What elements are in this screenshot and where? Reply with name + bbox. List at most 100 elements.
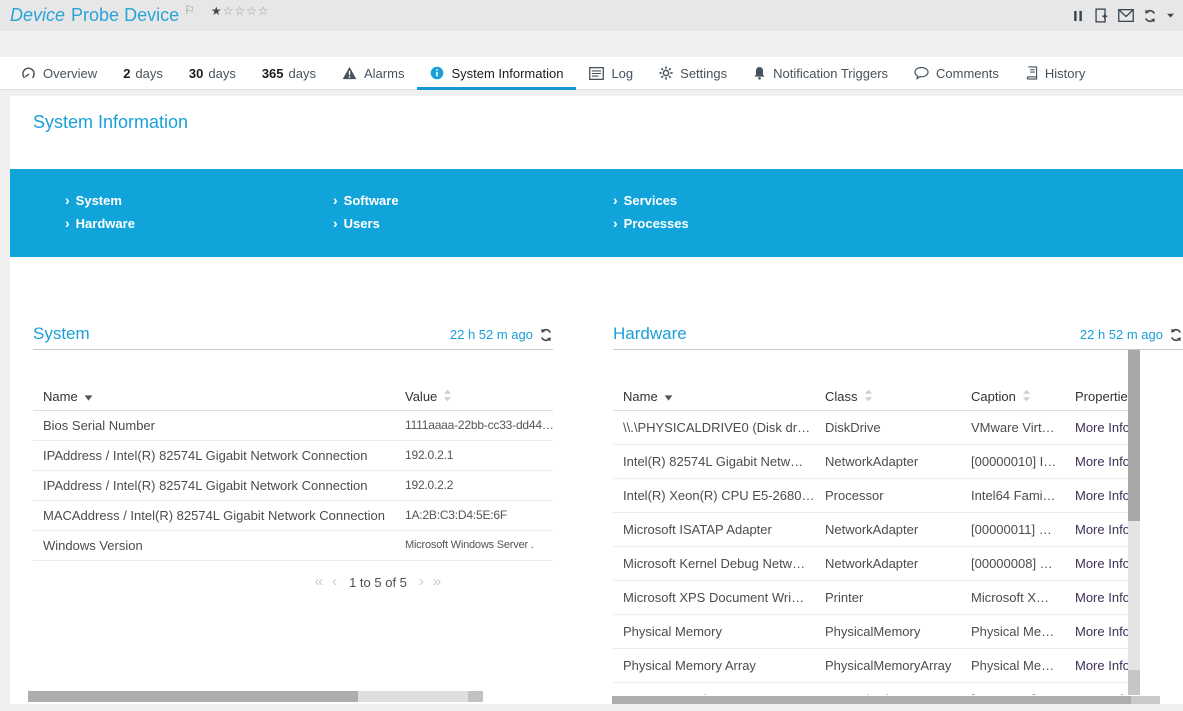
cell-name: Microsoft ISATAP Adapter (613, 512, 815, 547)
column-label: Name (623, 389, 658, 405)
table-row: Windows Version Microsoft Windows Server … (33, 530, 553, 561)
more-info-link[interactable]: More Info (1075, 624, 1128, 639)
column-label: Caption (971, 389, 1016, 405)
horizontal-scrollbar-thumb[interactable] (28, 691, 358, 702)
system-panel-updated: 22 h 52 m ago (450, 327, 553, 342)
add-report-icon[interactable] (1094, 8, 1109, 23)
cell-class: Processor (815, 478, 961, 513)
tab-comments[interactable]: Comments (901, 57, 1012, 89)
column-header-class[interactable]: Class (815, 383, 961, 411)
cell-caption: [00000008] … (961, 546, 1065, 581)
star-icon[interactable]: ☆ (223, 4, 235, 18)
nav-link-processes[interactable]: › Processes (613, 216, 689, 231)
horizontal-scrollbar-end[interactable] (468, 691, 483, 702)
tab-label: Log (611, 65, 634, 81)
more-info-link[interactable]: More Info (1075, 488, 1128, 503)
horizontal-scrollbar-track[interactable] (358, 691, 468, 702)
cell-class: Printer (815, 580, 961, 615)
hardware-table-header-row: Name Class Caption Properties (613, 383, 1128, 411)
flag-icon[interactable]: ⚐ (184, 3, 195, 17)
vertical-scrollbar-thumb[interactable] (1128, 350, 1140, 521)
horizontal-scrollbar-thumb[interactable] (612, 696, 1131, 704)
column-header-name[interactable]: Name (33, 383, 395, 411)
cell-class: NetworkAdapter (815, 444, 961, 479)
nav-link-services[interactable]: › Services (613, 193, 689, 208)
mail-icon[interactable] (1118, 9, 1134, 22)
tab-365-days[interactable]: 365 days (249, 57, 329, 89)
more-info-link[interactable]: More Info (1075, 692, 1128, 696)
column-header-name[interactable]: Name (613, 383, 815, 411)
nav-link-software[interactable]: › Software (333, 193, 613, 208)
cell-name: Intel(R) Xeon(R) CPU E5-2680… (613, 478, 815, 513)
hardware-panel-title: Hardware (613, 324, 687, 343)
refresh-icon[interactable] (1143, 9, 1157, 23)
tab-settings[interactable]: Settings (646, 57, 740, 89)
more-info-link[interactable]: More Info (1075, 454, 1128, 469)
cell-value: Microsoft Windows Server . (395, 530, 553, 561)
tab-system-information[interactable]: System Information (417, 57, 577, 90)
vertical-scrollbar-end[interactable] (1128, 670, 1140, 695)
prev-page-button[interactable]: ‹ (332, 574, 337, 589)
nav-link-users[interactable]: › Users (333, 216, 613, 231)
device-name-label: Probe Device (71, 5, 180, 25)
tab-bar: Overview 2 days 30 days 365 days Alarms System I… (0, 56, 1183, 90)
column-header-properties: Properties (1065, 383, 1128, 411)
nav-link-hardware[interactable]: › Hardware (65, 216, 333, 231)
horizontal-scrollbar-end[interactable] (1131, 696, 1160, 704)
more-info-link[interactable]: More Info (1075, 522, 1128, 537)
tab-number: 365 (261, 65, 284, 81)
tab-2-days[interactable]: 2 days (110, 57, 176, 89)
vertical-scrollbar[interactable] (1128, 350, 1140, 695)
tab-overview[interactable]: Overview (8, 57, 110, 89)
nav-link-system[interactable]: › System (65, 193, 333, 208)
system-table-body: Bios Serial Number 1111aaaa-22bb-cc33-dd4… (33, 410, 553, 561)
nav-link-label: Processes (623, 216, 689, 231)
priority-rating[interactable]: ★☆☆☆☆ (211, 2, 270, 20)
tab-30-days[interactable]: 30 days (176, 57, 249, 89)
comments-icon (914, 66, 929, 80)
last-page-button[interactable]: » (433, 574, 441, 589)
nav-link-label: System (75, 193, 122, 208)
caret-down-icon[interactable] (1166, 11, 1175, 20)
column-header-caption[interactable]: Caption (961, 383, 1065, 411)
cell-class: NetworkAdapter (815, 512, 961, 547)
cell-name: \\.\PHYSICALDRIVE0 (Disk dr… (613, 410, 815, 445)
star-icon[interactable]: ☆ (246, 4, 258, 18)
refresh-icon[interactable] (1169, 328, 1183, 342)
tab-alarms[interactable]: Alarms (329, 57, 417, 89)
topbar-actions (1071, 8, 1175, 23)
column-header-value[interactable]: Value (395, 383, 553, 411)
horizontal-scrollbar-hardware[interactable] (612, 696, 1160, 704)
table-row: Microsoft XPS Document Wri… Printer Micros… (613, 580, 1128, 615)
column-label: Class (825, 389, 858, 405)
panels-row: System 22 h 52 m ago Name Value Bios Seri… (10, 257, 1183, 695)
cell-name: RAS Async Adapter (613, 682, 815, 695)
cell-value: 1A:2B:C3:D4:5E:6F (395, 500, 553, 531)
cell-caption: VMware Virt… (961, 410, 1065, 445)
refresh-icon[interactable] (539, 328, 553, 342)
more-info-link[interactable]: More Info (1075, 556, 1128, 571)
cell-caption: Microsoft X… (961, 580, 1065, 615)
next-page-button[interactable]: › (419, 574, 424, 589)
tab-history[interactable]: History (1012, 57, 1098, 89)
more-info-link[interactable]: More Info (1075, 658, 1128, 673)
hardware-updated-text: 22 h 52 m ago (1079, 327, 1163, 342)
pause-icon[interactable] (1071, 9, 1085, 23)
cell-value: 192.0.2.1 (395, 440, 553, 471)
more-info-link[interactable]: More Info (1075, 590, 1128, 605)
more-info-link[interactable]: More Info (1075, 420, 1128, 435)
first-page-button[interactable]: « (315, 574, 323, 589)
tab-notification-triggers[interactable]: Notification Triggers (740, 57, 901, 89)
cell-name: Bios Serial Number (33, 410, 395, 441)
star-icon[interactable]: ☆ (258, 4, 270, 18)
cell-name: Physical Memory (613, 614, 815, 649)
table-row: Intel(R) 82574L Gigabit Netw… NetworkAdap… (613, 444, 1128, 479)
system-panel-title: System (33, 324, 90, 343)
device-title: Device Probe Device ⚐ ★☆☆☆☆ (10, 2, 270, 26)
system-information-page: System Information › System › Hardware › Soft… (10, 96, 1183, 704)
star-icon[interactable]: ★ (211, 4, 223, 18)
tab-log[interactable]: Log (576, 57, 646, 89)
star-icon[interactable]: ☆ (234, 4, 246, 18)
hardware-panel-updated: 22 h 52 m ago (1080, 327, 1183, 342)
horizontal-scrollbar-system[interactable] (28, 691, 483, 702)
